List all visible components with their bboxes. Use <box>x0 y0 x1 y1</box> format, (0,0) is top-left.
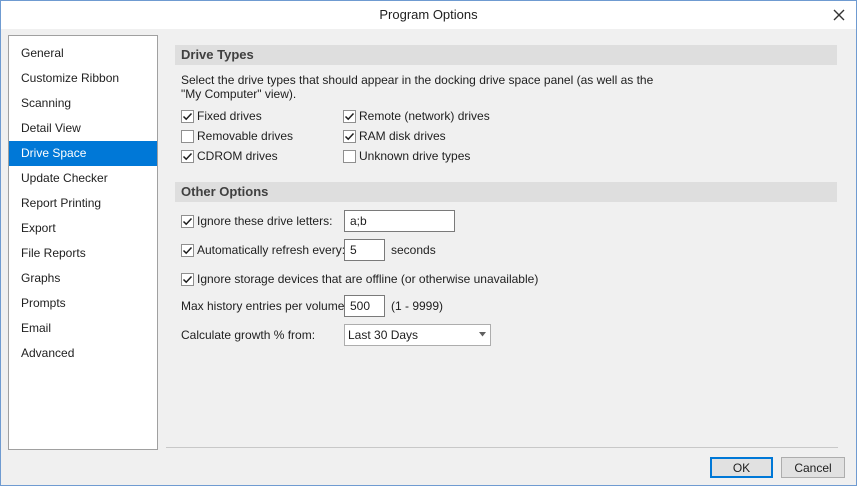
checkmark-icon <box>344 132 355 140</box>
checkbox-label: Ignore storage devices that are offline … <box>197 272 539 286</box>
ram-disk-drives-checkbox[interactable]: RAM disk drives <box>343 127 446 145</box>
remote-drives-checkbox[interactable]: Remote (network) drives <box>343 107 490 125</box>
options-panel: Drive Types Select the drive types that … <box>175 45 837 360</box>
checkbox-box[interactable] <box>181 109 194 123</box>
checkbox-label: RAM disk drives <box>359 129 446 143</box>
sidebar-item-email[interactable]: Email <box>9 316 157 341</box>
checkmark-icon <box>182 246 193 254</box>
drive-types-header: Drive Types <box>175 45 837 65</box>
category-items: General Customize Ribbon Scanning Detail… <box>9 36 157 366</box>
ok-button[interactable]: OK <box>710 457 773 478</box>
checkbox-box[interactable] <box>181 149 194 163</box>
fixed-drives-checkbox[interactable]: Fixed drives <box>181 107 262 125</box>
chevron-down-icon <box>479 332 486 337</box>
drive-letters-input[interactable] <box>344 210 455 232</box>
checkbox-label: Removable drives <box>197 129 294 143</box>
checkbox-box[interactable] <box>343 129 356 143</box>
other-options-header: Other Options <box>175 182 837 202</box>
max-history-label: Max history entries per volume: <box>181 299 348 313</box>
checkbox-box[interactable] <box>181 214 194 228</box>
close-icon <box>833 9 845 21</box>
ignore-offline-devices-checkbox[interactable]: Ignore storage devices that are offline … <box>181 270 538 288</box>
cdrom-drives-checkbox[interactable]: CDROM drives <box>181 147 278 165</box>
options-category-list[interactable]: General Customize Ribbon Scanning Detail… <box>8 35 158 450</box>
ignore-drive-letters-checkbox[interactable]: Ignore these drive letters: <box>181 210 332 232</box>
removable-drives-checkbox[interactable]: Removable drives <box>181 127 293 145</box>
checkbox-box[interactable] <box>343 109 356 123</box>
checkbox-label: Fixed drives <box>197 109 262 123</box>
unknown-drive-types-checkbox[interactable]: Unknown drive types <box>343 147 470 165</box>
footer-separator <box>166 447 838 448</box>
checkbox-label: Ignore these drive letters: <box>197 214 333 228</box>
growth-from-label: Calculate growth % from: <box>181 328 316 342</box>
sidebar-item-detail-view[interactable]: Detail View <box>9 116 157 141</box>
checkmark-icon <box>182 112 193 120</box>
auto-refresh-checkbox[interactable]: Automatically refresh every: <box>181 239 345 261</box>
sidebar-item-report-printing[interactable]: Report Printing <box>9 191 157 216</box>
growth-period-dropdown[interactable]: Last 30 Days <box>344 324 491 346</box>
checkmark-icon <box>182 275 193 283</box>
sidebar-item-advanced[interactable]: Advanced <box>9 341 157 366</box>
sidebar-item-scanning[interactable]: Scanning <box>9 91 157 116</box>
sidebar-item-update-checker[interactable]: Update Checker <box>9 166 157 191</box>
growth-period-value: Last 30 Days <box>348 328 419 342</box>
checkbox-box[interactable] <box>343 149 356 163</box>
window-title: Program Options <box>379 7 478 22</box>
program-options-window: Program Options General Customize Ribbon… <box>0 0 857 486</box>
seconds-label: seconds <box>391 243 436 257</box>
checkbox-box[interactable] <box>181 272 194 286</box>
checkbox-box[interactable] <box>181 243 194 257</box>
checkbox-label: Unknown drive types <box>359 149 471 163</box>
max-history-input[interactable] <box>344 295 385 317</box>
checkbox-label: Remote (network) drives <box>359 109 490 123</box>
checkbox-label: CDROM drives <box>197 149 278 163</box>
drive-types-description: Select the drive types that should appea… <box>181 73 654 101</box>
sidebar-item-customize-ribbon[interactable]: Customize Ribbon <box>9 66 157 91</box>
sidebar-item-export[interactable]: Export <box>9 216 157 241</box>
sidebar-item-file-reports[interactable]: File Reports <box>9 241 157 266</box>
refresh-interval-input[interactable] <box>344 239 385 261</box>
checkmark-icon <box>182 217 193 225</box>
close-button[interactable] <box>822 1 856 29</box>
other-options-area: Ignore these drive letters: Automaticall… <box>175 210 837 360</box>
checkmark-icon <box>182 152 193 160</box>
drive-types-grid: Fixed drives Removable drives CDROM driv… <box>175 107 837 167</box>
sidebar-item-prompts[interactable]: Prompts <box>9 291 157 316</box>
checkbox-label: Automatically refresh every: <box>197 243 346 257</box>
checkmark-icon <box>344 112 355 120</box>
sidebar-item-general[interactable]: General <box>9 41 157 66</box>
checkbox-box[interactable] <box>181 129 194 143</box>
cancel-button[interactable]: Cancel <box>781 457 845 478</box>
title-bar: Program Options <box>1 1 856 29</box>
sidebar-item-drive-space[interactable]: Drive Space <box>9 141 157 166</box>
sidebar-item-graphs[interactable]: Graphs <box>9 266 157 291</box>
max-history-range-label: (1 - 9999) <box>391 299 444 313</box>
